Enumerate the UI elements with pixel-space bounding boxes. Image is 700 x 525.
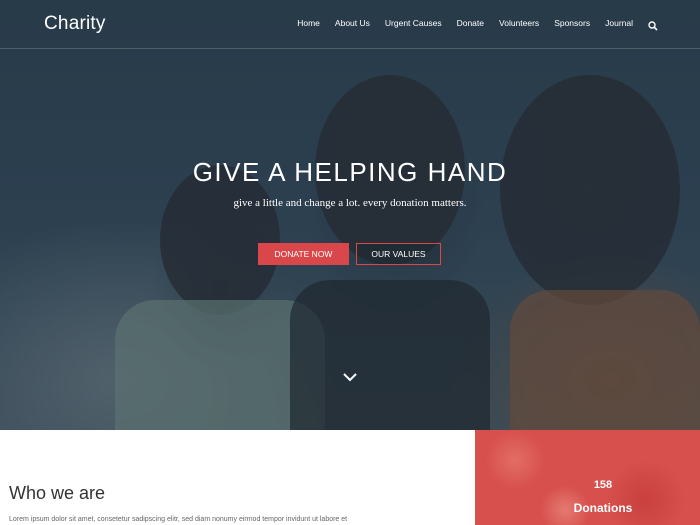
nav-home[interactable]: Home (297, 18, 320, 28)
main-nav: Home About Us Urgent Causes Donate Volun… (282, 18, 658, 31)
nav-urgent-causes[interactable]: Urgent Causes (385, 18, 442, 28)
hero-overlay (0, 0, 700, 430)
top-navbar: Charity Home About Us Urgent Causes Dona… (0, 0, 700, 49)
site-logo[interactable]: Charity (44, 13, 106, 35)
donations-count: 158 (593, 479, 613, 491)
nav-volunteers[interactable]: Volunteers (499, 18, 539, 28)
donations-stat: 158 Donations (475, 430, 700, 525)
nav-donate[interactable]: Donate (457, 18, 484, 28)
our-values-button[interactable]: OUR VALUES (356, 243, 441, 265)
nav-journal[interactable]: Journal (605, 18, 633, 28)
hero-section: Charity Home About Us Urgent Causes Dona… (0, 0, 700, 430)
donate-now-button[interactable]: DONATE NOW (258, 243, 349, 265)
about-text: Lorem ipsum dolor sit amet, consetetur s… (9, 516, 348, 523)
chevron-down-icon[interactable] (342, 370, 358, 382)
nav-about-us[interactable]: About Us (335, 18, 370, 28)
about-section: Who we are Lorem ipsum dolor sit amet, c… (0, 430, 475, 525)
hero-title: GIVE A HELPING HAND (192, 157, 508, 187)
nav-sponsors[interactable]: Sponsors (554, 18, 590, 28)
donations-label: Donations (573, 501, 633, 515)
search-icon[interactable] (648, 18, 658, 31)
about-heading: Who we are (9, 483, 106, 503)
hero-subtitle: give a little and change a lot. every do… (233, 197, 467, 209)
